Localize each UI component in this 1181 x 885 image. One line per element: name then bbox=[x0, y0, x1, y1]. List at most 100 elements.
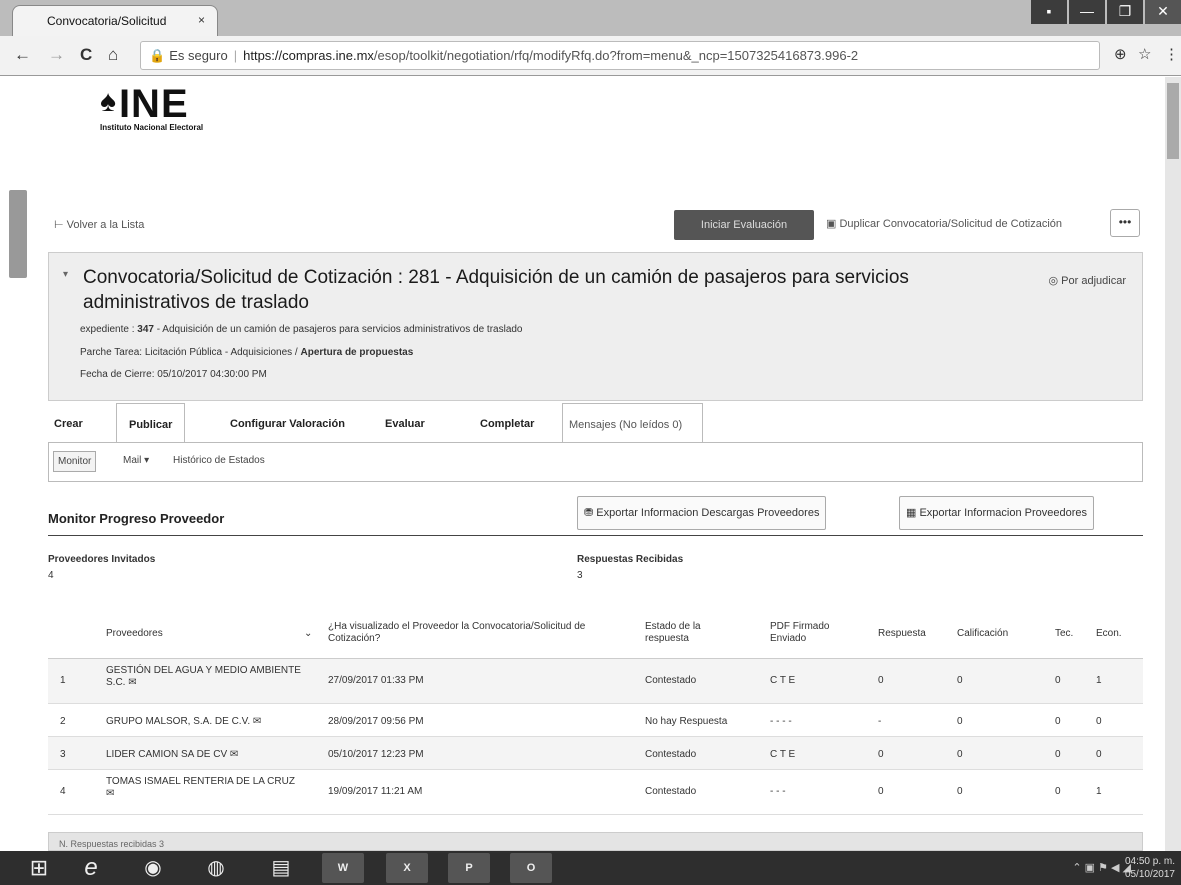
scrollbar-thumb[interactable] bbox=[1167, 83, 1179, 159]
col-estado: Estado de la respuesta bbox=[645, 621, 701, 644]
subnav-mail[interactable]: Mail ▾ bbox=[123, 455, 149, 466]
col-proveedores[interactable]: Proveedores bbox=[106, 628, 163, 640]
supplier-name[interactable]: LIDER CAMION SA DE CV ✉ bbox=[106, 749, 316, 761]
file-explorer-icon[interactable]: ▤ bbox=[260, 853, 302, 883]
system-tray-icons[interactable]: ⌃ ▣ ⚑ ◀ ◢ bbox=[1072, 861, 1131, 874]
supplier-name[interactable]: TOMAS ISMAEL RENTERIA DE LA CRUZ ✉ bbox=[106, 776, 306, 800]
ine-logo[interactable]: ♠INE Instituto Nacional Electoral bbox=[100, 81, 203, 132]
browser-toolbar: ← → C ⌂ 🔒 Es seguro | https://compras.ine.m… bbox=[0, 36, 1181, 76]
contact-icon[interactable]: ✉ bbox=[128, 677, 136, 688]
econ-value: 1 bbox=[1096, 675, 1102, 686]
tab-publicar[interactable]: Publicar bbox=[116, 403, 186, 443]
export-downloads-button[interactable]: ⛃ Exportar Informacion Descargas Proveed… bbox=[577, 496, 827, 530]
sub-navigation: Monitor Mail ▾ Histórico de Estados bbox=[48, 442, 1143, 482]
col-pdf: PDF Firmado Enviado bbox=[770, 621, 830, 644]
pdf-status: C T E bbox=[770, 675, 796, 686]
address-bar[interactable]: 🔒 Es seguro | https://compras.ine.mx/esop/t… bbox=[140, 41, 1100, 70]
forward-arrow-icon[interactable]: → bbox=[48, 45, 65, 65]
response-status: No hay Respuesta bbox=[645, 716, 728, 727]
tab-mensajes[interactable]: Mensajes (No leídos 0) bbox=[562, 403, 704, 443]
score-value: 0 bbox=[957, 786, 963, 797]
subnav-monitor[interactable]: Monitor bbox=[53, 451, 97, 472]
sort-icon[interactable]: ⌄ bbox=[304, 628, 312, 640]
expediente-number: 347 bbox=[137, 324, 154, 335]
status-icon: ◎ bbox=[1048, 275, 1059, 287]
supplier-name[interactable]: GESTIÓN DEL AGUA Y MEDIO AMBIENTE S.C. ✉ bbox=[106, 665, 306, 689]
home-icon[interactable]: ⌂ bbox=[108, 45, 118, 65]
row-number: 3 bbox=[60, 749, 66, 760]
responses-value: 3 bbox=[577, 570, 583, 581]
start-evaluation-button[interactable]: Iniciar Evaluación bbox=[674, 210, 814, 240]
more-options-button[interactable]: ••• bbox=[1110, 209, 1140, 237]
firefox-icon[interactable]: ◍ bbox=[195, 853, 237, 883]
tab-evaluar[interactable]: Evaluar bbox=[385, 403, 425, 443]
contact-icon[interactable]: ✉ bbox=[106, 788, 114, 799]
action-bar: ⊢ Volver a la Lista Iniciar Evaluación ▣… bbox=[36, 206, 1144, 240]
col-econ: Econ. bbox=[1096, 628, 1122, 639]
export-suppliers-button[interactable]: ▦ Exportar Informacion Proveedores bbox=[899, 496, 1094, 530]
outlook-icon[interactable]: O bbox=[510, 853, 552, 883]
browser-tab-bar: Convocatoria/Solicitud × ▪ — ❐ ✕ bbox=[0, 0, 1181, 36]
section-divider bbox=[48, 535, 1143, 536]
subnav-historico[interactable]: Histórico de Estados bbox=[173, 455, 265, 466]
close-window-button[interactable]: ✕ bbox=[1145, 0, 1181, 24]
contact-icon[interactable]: ✉ bbox=[230, 749, 238, 760]
chrome-icon[interactable]: ◉ bbox=[132, 853, 174, 883]
back-list-icon: ⊢ bbox=[54, 219, 64, 231]
viewed-date: 27/09/2017 01:33 PM bbox=[328, 675, 424, 686]
viewed-date: 19/09/2017 11:21 AM bbox=[328, 786, 423, 797]
table-header-row: Proveedores ⌄ ¿Ha visualizado el Proveed… bbox=[48, 611, 1143, 659]
pdf-status: - - - bbox=[770, 786, 786, 797]
bookmark-star-icon[interactable]: ☆ bbox=[1138, 45, 1151, 63]
collapse-caret-icon[interactable]: ▾ bbox=[63, 269, 68, 280]
task-line: Parche Tarea: Licitación Pública - Adqui… bbox=[80, 347, 414, 358]
tab-crear[interactable]: Crear bbox=[54, 403, 83, 443]
tab-completar[interactable]: Completar bbox=[480, 403, 534, 443]
duplicate-icon: ▣ bbox=[826, 218, 837, 230]
word-icon[interactable]: W bbox=[322, 853, 364, 883]
side-panel-handle[interactable] bbox=[9, 190, 27, 278]
tab-title: Convocatoria/Solicitud bbox=[47, 14, 167, 28]
duplicate-link[interactable]: ▣ Duplicar Convocatoria/Solicitud de Cot… bbox=[826, 217, 1062, 230]
response-value: 0 bbox=[878, 675, 884, 686]
powerpoint-icon[interactable]: P bbox=[448, 853, 490, 883]
col-visualizado: ¿Ha visualizado el Proveedor la Convocat… bbox=[328, 621, 586, 644]
response-value: 0 bbox=[878, 786, 884, 797]
ine-logo-mark-icon: ♠ bbox=[100, 85, 117, 118]
browser-tab[interactable]: Convocatoria/Solicitud × bbox=[12, 5, 218, 36]
response-status: Contestado bbox=[645, 786, 697, 797]
response-status: Contestado bbox=[645, 675, 697, 686]
reload-icon[interactable]: C bbox=[80, 45, 92, 65]
logo-name: INE bbox=[118, 82, 189, 126]
browser-menu-icon[interactable]: ⋮ bbox=[1164, 45, 1179, 63]
url-path: /esop/toolkit/negotiation/rfq/modifyRfq.… bbox=[373, 48, 859, 63]
response-status: Contestado bbox=[645, 749, 697, 760]
start-button-icon[interactable]: ⊞ bbox=[18, 853, 60, 883]
minimize-button[interactable]: — bbox=[1069, 0, 1105, 24]
back-arrow-icon[interactable]: ← bbox=[14, 45, 31, 65]
system-clock[interactable]: 04:50 p. m. 05/10/2017 bbox=[1125, 855, 1175, 881]
tec-value: 0 bbox=[1055, 749, 1061, 760]
page-scrollbar[interactable] bbox=[1165, 77, 1181, 851]
table-row: 3 LIDER CAMION SA DE CV ✉ 05/10/2017 12:… bbox=[48, 737, 1143, 770]
internet-explorer-icon[interactable]: e bbox=[70, 853, 112, 883]
status-badge: ◎ Por adjudicar bbox=[1048, 275, 1127, 287]
lock-icon: 🔒 bbox=[149, 48, 166, 63]
monitor-title: Monitor Progreso Proveedor bbox=[48, 511, 225, 526]
user-icon[interactable]: ▪ bbox=[1031, 0, 1067, 24]
pdf-status: - - - - bbox=[770, 716, 792, 727]
contact-icon[interactable]: ✉ bbox=[253, 716, 261, 727]
supplier-table: Proveedores ⌄ ¿Ha visualizado el Proveed… bbox=[48, 611, 1143, 815]
zoom-icon[interactable]: ⊕ bbox=[1114, 45, 1127, 63]
export-suppliers-icon: ▦ bbox=[906, 507, 917, 519]
tab-close-icon[interactable]: × bbox=[198, 13, 205, 27]
score-value: 0 bbox=[957, 675, 963, 686]
clock-time: 04:50 p. m. bbox=[1124, 856, 1175, 867]
back-to-list-link[interactable]: ⊢ Volver a la Lista bbox=[54, 218, 144, 231]
table-footer: N. Respuestas recibidas 3 bbox=[48, 832, 1143, 851]
supplier-name[interactable]: GRUPO MALSOR, S.A. DE C.V. ✉ bbox=[106, 716, 316, 728]
tab-configurar[interactable]: Configurar Valoración bbox=[230, 403, 345, 443]
excel-icon[interactable]: X bbox=[386, 853, 428, 883]
maximize-button[interactable]: ❐ bbox=[1107, 0, 1143, 24]
row-number: 4 bbox=[60, 786, 66, 797]
